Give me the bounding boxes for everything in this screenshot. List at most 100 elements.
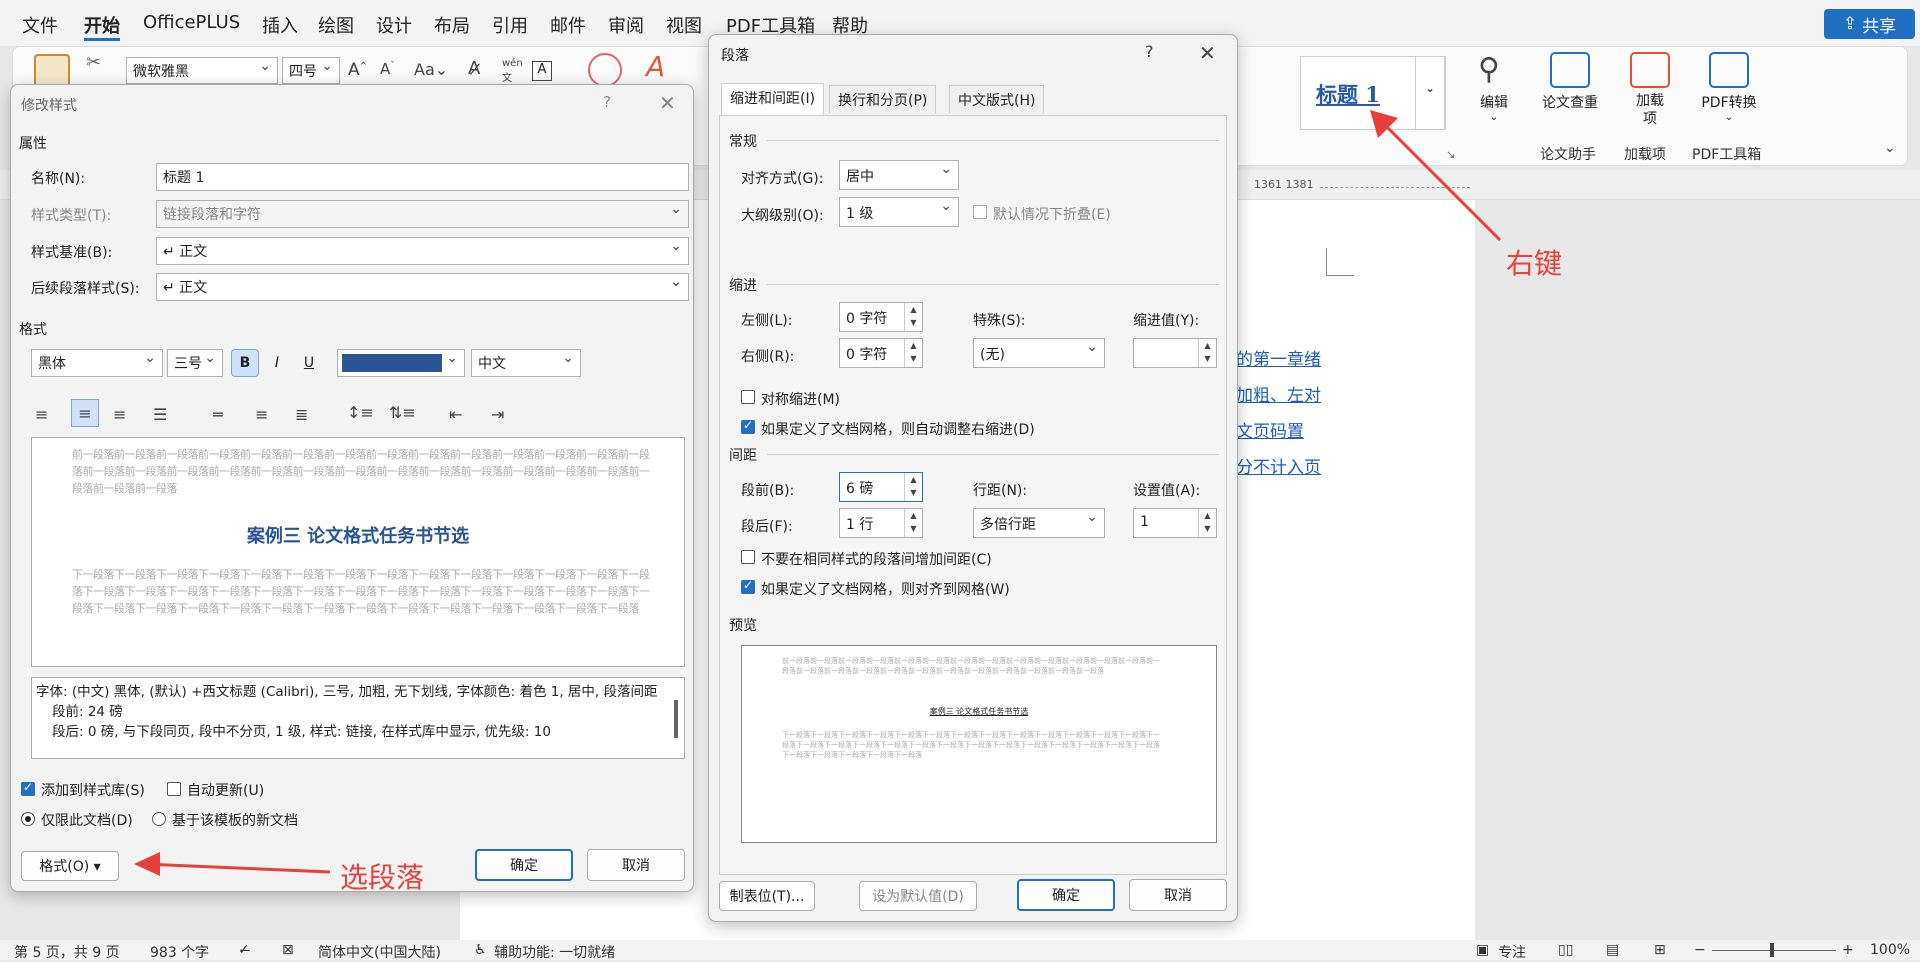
add-to-gallery-checkbox[interactable]: [21, 780, 35, 796]
doc-text-line[interactable]: 的第一章绪: [1236, 345, 1321, 370]
menu-home[interactable]: 开始: [84, 12, 120, 41]
tab-asian-typography[interactable]: 中文版式(H): [949, 85, 1045, 113]
focus-icon[interactable]: ▣: [1476, 942, 1489, 958]
ribbon-font-size[interactable]: 四号: [282, 57, 340, 84]
indent-by-spinner[interactable]: ▲ ▼: [1133, 338, 1217, 368]
modify-cancel-button[interactable]: 取消: [587, 849, 685, 881]
addins-button[interactable]: 加载项: [1620, 52, 1680, 128]
macro-icon[interactable]: ⊠: [282, 942, 294, 958]
at-spinner[interactable]: 1 ▲ ▼: [1133, 508, 1217, 538]
decrease-indent-icon[interactable]: ⇤: [449, 405, 462, 424]
doc-text-line[interactable]: 文页码置: [1236, 417, 1304, 442]
accessibility-icon[interactable]: ♿: [474, 942, 487, 958]
line-spacing-select[interactable]: 多倍行距: [973, 508, 1105, 538]
menu-mailings[interactable]: 邮件: [550, 12, 586, 38]
style-based-on-select[interactable]: ↵ 正文: [156, 237, 689, 265]
menu-view[interactable]: 视图: [666, 12, 702, 38]
zoom-slider[interactable]: [1712, 950, 1836, 951]
phonetic-guide-icon[interactable]: wén 文: [502, 58, 523, 84]
spin-arrows-icon[interactable]: ▲ ▼: [904, 303, 922, 331]
spin-arrows-icon[interactable]: ▲ ▼: [904, 473, 922, 501]
single-spacing-icon[interactable]: ═: [213, 405, 223, 424]
modify-ok-button[interactable]: 确定: [475, 849, 573, 881]
menu-file[interactable]: 文件: [22, 12, 58, 38]
spin-arrows-icon[interactable]: ▲ ▼: [904, 509, 922, 537]
grow-font-icon[interactable]: A^: [348, 60, 367, 80]
focus-mode[interactable]: 专注: [1498, 942, 1526, 962]
no-space-same-style-checkbox[interactable]: [741, 550, 755, 564]
bold-button[interactable]: B: [231, 349, 259, 377]
zoom-out-icon[interactable]: −: [1694, 942, 1706, 958]
proofing-icon[interactable]: ✓̶: [238, 942, 250, 958]
page-count[interactable]: 第 5 页，共 9 页: [14, 942, 120, 962]
snap-to-grid-checkbox[interactable]: [741, 578, 755, 594]
align-right-icon[interactable]: ≡: [113, 405, 126, 424]
style-name-input[interactable]: 标题 1: [156, 163, 689, 191]
tabs-button[interactable]: 制表位(T)...: [719, 881, 815, 911]
special-indent-select[interactable]: (无): [973, 338, 1105, 368]
collapse-default-checkbox[interactable]: [973, 205, 987, 219]
help-icon[interactable]: ?: [1145, 42, 1154, 61]
decrease-para-spacing-icon[interactable]: ⇅≡: [389, 403, 416, 422]
justify-icon[interactable]: ☰: [153, 405, 167, 424]
spin-arrows-icon[interactable]: ▲ ▼: [1198, 339, 1216, 367]
web-layout-icon[interactable]: ⊞: [1654, 942, 1666, 958]
spin-arrows-icon[interactable]: ▲ ▼: [904, 339, 922, 367]
double-spacing-icon[interactable]: ≣: [295, 405, 308, 424]
close-icon[interactable]: ✕: [659, 91, 676, 115]
zoom-slider-thumb[interactable]: [1770, 943, 1774, 957]
doc-text-line[interactable]: 分不计入页: [1236, 453, 1321, 478]
accessibility-status[interactable]: 辅助功能: 一切就绪: [494, 942, 615, 962]
script-select[interactable]: 中文: [471, 349, 581, 377]
underline-button[interactable]: U: [295, 349, 323, 377]
collapse-ribbon-icon[interactable]: ⌄: [1884, 140, 1896, 156]
set-default-button[interactable]: 设为默认值(D): [859, 881, 977, 911]
space-after-spinner[interactable]: 1 行 ▲ ▼: [839, 508, 923, 538]
mirror-indents-checkbox[interactable]: [741, 390, 755, 404]
menu-insert[interactable]: 插入: [262, 12, 298, 38]
spin-arrows-icon[interactable]: ▲ ▼: [1198, 509, 1216, 537]
description-scrollbar[interactable]: [674, 700, 678, 738]
paragraph-cancel-button[interactable]: 取消: [1129, 879, 1227, 911]
zoom-in-icon[interactable]: +: [1842, 942, 1854, 958]
help-icon[interactable]: ?: [603, 93, 611, 111]
change-case-icon[interactable]: Aa⌄: [414, 60, 448, 79]
space-before-spinner[interactable]: 6 磅 ▲ ▼: [839, 472, 923, 502]
cut-icon[interactable]: ✂: [86, 52, 101, 73]
alignment-select[interactable]: 居中: [839, 160, 959, 190]
new-docs-radio[interactable]: [152, 812, 166, 826]
zoom-level[interactable]: 100%: [1870, 942, 1910, 958]
clear-format-icon[interactable]: A̷: [468, 58, 480, 79]
menu-references[interactable]: 引用: [492, 12, 528, 38]
read-mode-icon[interactable]: ▯▯: [1558, 942, 1573, 958]
tab-indents-spacing[interactable]: 缩进和间距(I): [721, 83, 825, 115]
one-half-spacing-icon[interactable]: ≡: [255, 405, 268, 424]
only-this-doc-radio[interactable]: [21, 812, 35, 826]
shrink-font-icon[interactable]: Aˇ: [380, 60, 395, 78]
align-center-icon[interactable]: ≡: [71, 399, 99, 427]
menu-draw[interactable]: 绘图: [318, 12, 354, 38]
paragraph-ok-button[interactable]: 确定: [1017, 879, 1115, 911]
menu-review[interactable]: 审阅: [608, 12, 644, 38]
size-select[interactable]: 三号: [167, 349, 223, 377]
increase-indent-icon[interactable]: ⇥: [491, 405, 504, 424]
font-color-select[interactable]: [337, 349, 465, 377]
outline-level-select[interactable]: 1 级: [839, 197, 959, 227]
language-status[interactable]: 简体中文(中国大陆): [318, 942, 441, 962]
format-menu-button[interactable]: 格式(O) ▾: [21, 851, 119, 881]
pdf-convert-button[interactable]: PDF转换 ⌄: [1694, 52, 1764, 123]
align-left-icon[interactable]: ≡: [35, 405, 48, 424]
ribbon-font-name[interactable]: 微软雅黑: [126, 57, 278, 84]
thesis-check-button[interactable]: 论文查重: [1536, 52, 1604, 112]
tab-line-page-breaks[interactable]: 换行和分页(P): [829, 85, 937, 113]
menu-officeplus[interactable]: OfficePLUS: [143, 12, 240, 33]
word-count[interactable]: 983 个字: [150, 942, 209, 962]
share-button[interactable]: ⇪ 共享: [1824, 9, 1915, 39]
font-select[interactable]: 黑体: [31, 349, 163, 377]
menu-layout[interactable]: 布局: [434, 12, 470, 38]
doc-text-line[interactable]: 加粗、左对: [1236, 381, 1321, 406]
addin-avatar-icon[interactable]: [588, 53, 622, 87]
close-icon[interactable]: ✕: [1199, 41, 1216, 65]
menu-design[interactable]: 设计: [376, 12, 412, 38]
auto-adjust-right-checkbox[interactable]: [741, 418, 755, 434]
